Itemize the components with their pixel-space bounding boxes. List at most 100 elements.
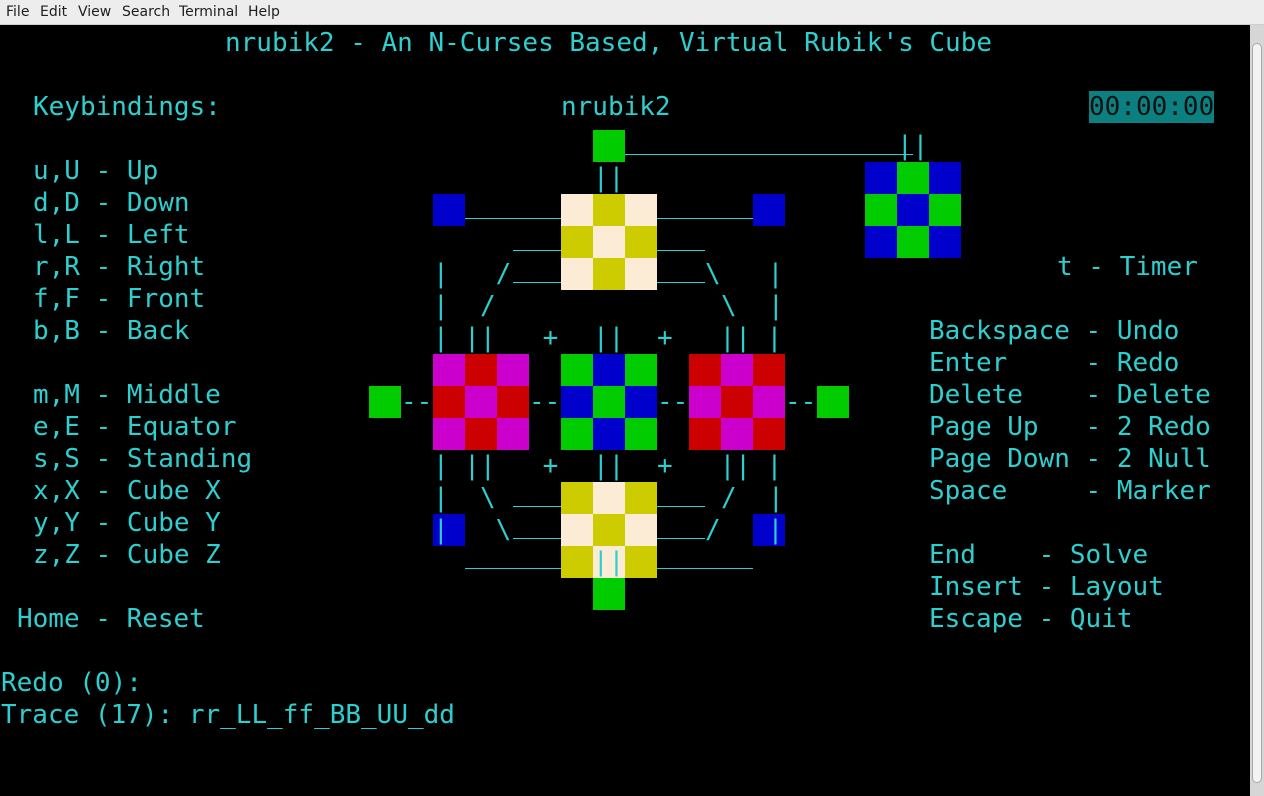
cube-sticker <box>897 226 929 258</box>
keybinding-row: d,D - Down <box>33 188 190 218</box>
cube-sticker <box>689 418 721 450</box>
cube-sticker <box>561 482 593 514</box>
keybinding-row: u,U - Up <box>33 156 159 186</box>
cube-sticker <box>897 162 929 194</box>
cube-sticker <box>865 226 897 258</box>
timer-binding: t - Timer <box>1057 252 1198 282</box>
cube-sticker <box>561 418 593 450</box>
box-line <box>657 538 705 539</box>
cube-connector: + || | <box>657 451 783 481</box>
cube-connector: / | <box>721 483 784 513</box>
box-line <box>465 568 561 569</box>
box-line <box>513 250 561 251</box>
app-title: nrubik2 - An N-Curses Based, Virtual Rub… <box>225 28 993 58</box>
menu-view[interactable]: View <box>78 3 111 21</box>
keybinding-row: Enter - Redo <box>929 348 1180 378</box>
cube-sticker <box>561 354 593 386</box>
cube-connector: -- <box>529 387 561 417</box>
cube-sticker <box>433 386 465 418</box>
keybindings-heading: Keybindings: <box>33 92 221 122</box>
cube-connector: | \ <box>433 483 496 513</box>
cube-sticker <box>625 226 657 258</box>
cube-sticker <box>433 418 465 450</box>
cube-connector: \ | <box>705 259 784 289</box>
cube-sticker <box>561 514 593 546</box>
keybinding-row: y,Y - Cube Y <box>33 508 221 538</box>
cube-sticker <box>561 546 593 578</box>
keybinding-row: Delete - Delete <box>929 380 1211 410</box>
keybinding-row: Backspace - Undo <box>929 316 1180 346</box>
cube-sticker <box>753 386 785 418</box>
cube-connector: / | <box>705 515 784 545</box>
cube-sticker <box>593 578 625 610</box>
cube-sticker <box>497 386 529 418</box>
cube-sticker <box>625 482 657 514</box>
cube-sticker <box>625 386 657 418</box>
cube-sticker <box>593 194 625 226</box>
cube-connector: \ | <box>721 291 784 321</box>
keybinding-row: e,E - Equator <box>33 412 237 442</box>
redo-line: Redo (0): <box>1 668 142 698</box>
menu-search[interactable]: Search <box>122 3 170 21</box>
cube-sticker <box>929 226 961 258</box>
box-line <box>657 218 753 219</box>
cube-sticker <box>593 514 625 546</box>
keybinding-row: Insert - Layout <box>929 572 1164 602</box>
cube-connector: || <box>897 131 929 161</box>
cube-sticker <box>593 130 625 162</box>
box-line <box>625 154 913 155</box>
cube-sticker <box>593 386 625 418</box>
trace-line: Trace (17): rr_LL_ff_BB_UU_dd <box>1 700 455 730</box>
cube-sticker <box>721 354 753 386</box>
terminal-screen[interactable]: nrubik2 - An N-Curses Based, Virtual Rub… <box>0 25 1250 796</box>
cube-sticker <box>625 258 657 290</box>
scrollbar-thumb[interactable] <box>1252 43 1262 783</box>
cube-connector: -- <box>657 387 689 417</box>
cube-sticker <box>625 194 657 226</box>
menu-help[interactable]: Help <box>248 3 280 21</box>
cube-sticker <box>593 258 625 290</box>
keybinding-row: Page Down - 2 Null <box>929 444 1211 474</box>
cube-sticker <box>625 418 657 450</box>
menu-terminal[interactable]: Terminal <box>179 3 238 21</box>
cube-sticker <box>465 418 497 450</box>
menu-edit[interactable]: Edit <box>40 3 67 21</box>
cube-connector: || <box>593 547 625 577</box>
cube-sticker <box>465 354 497 386</box>
cube-connector: | \ <box>433 515 512 545</box>
cube-sticker <box>625 514 657 546</box>
cube-connector: | / <box>433 259 512 289</box>
keybinding-row: b,B - Back <box>33 316 190 346</box>
cube-sticker <box>625 546 657 578</box>
cube-sticker <box>593 482 625 514</box>
cube-sticker <box>753 418 785 450</box>
menu-bar: File Edit View Search Terminal Help <box>0 0 1264 25</box>
cube-sticker <box>465 386 497 418</box>
menu-file[interactable]: File <box>6 3 29 21</box>
box-line <box>465 218 561 219</box>
cube-connector: || <box>593 323 625 353</box>
timer-display: 00:00:00 <box>1089 91 1215 123</box>
cube-sticker <box>593 418 625 450</box>
keybinding-row: r,R - Right <box>33 252 206 282</box>
keybinding-row: x,X - Cube X <box>33 476 221 506</box>
keybinding-row: z,Z - Cube Z <box>33 540 221 570</box>
cube-sticker <box>561 226 593 258</box>
cube-connector: -- <box>785 387 817 417</box>
cube-sticker <box>865 194 897 226</box>
cube-sticker <box>817 386 849 418</box>
cube-connector: || <box>593 163 625 193</box>
keybinding-row: l,L - Left <box>33 220 190 250</box>
box-line <box>513 506 561 507</box>
cube-sticker <box>369 386 401 418</box>
cube-sticker <box>897 194 929 226</box>
cube-sticker <box>689 386 721 418</box>
cube-sticker <box>497 418 529 450</box>
cube-sticker <box>593 226 625 258</box>
cube-connector: | / <box>433 291 496 321</box>
cube-sticker <box>929 162 961 194</box>
cube-sticker <box>689 354 721 386</box>
terminal-scrollbar[interactable] <box>1250 25 1264 796</box>
cube-sticker <box>625 354 657 386</box>
cube-connector: || <box>593 451 625 481</box>
